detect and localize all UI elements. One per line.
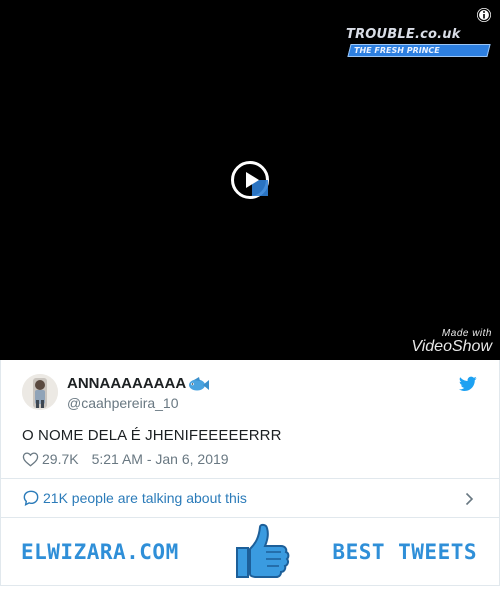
conversation-link[interactable]: 21K people are talking about this bbox=[0, 478, 500, 518]
video-overlay-logo: TROUBLE.co.uk THE FRESH PRINCE bbox=[346, 27, 496, 57]
display-name[interactable]: ANNAAAAAAAA bbox=[67, 375, 186, 392]
like-count[interactable]: 29.7K bbox=[42, 451, 79, 467]
overlay-subtitle: THE FRESH PRINCE bbox=[354, 46, 440, 55]
tweet-text: O NOME DELA É JHENIFEEEEERRR bbox=[22, 427, 282, 444]
overlay-subtitle-bar: THE FRESH PRINCE bbox=[347, 44, 491, 57]
avatar[interactable] bbox=[22, 374, 58, 410]
conversation-label[interactable]: 21K people are talking about this bbox=[43, 490, 247, 506]
promo-banner: ELWIZARA.COM BEST TWEETS bbox=[0, 518, 500, 586]
chevron-right-icon[interactable] bbox=[465, 492, 474, 506]
speech-bubble-icon bbox=[23, 490, 39, 506]
overlay-title: TROUBLE.co.uk bbox=[346, 27, 461, 42]
video-player[interactable]: TROUBLE.co.uk THE FRESH PRINCE Made with… bbox=[0, 0, 500, 360]
fish-emoji-icon bbox=[189, 377, 209, 391]
tweet-meta: 29.7K 5:21 AM - Jan 6, 2019 bbox=[22, 451, 229, 467]
tweet-timestamp[interactable]: 5:21 AM - Jan 6, 2019 bbox=[92, 451, 229, 467]
tweet-card: ANNAAAAAAAA @caahpereira_10 O NOME DELA … bbox=[0, 360, 500, 478]
play-icon[interactable] bbox=[230, 160, 270, 200]
site-brand[interactable]: ELWIZARA.COM bbox=[21, 540, 179, 564]
video-watermark: Made with VideoShow bbox=[411, 328, 492, 355]
best-tweets-label: BEST TWEETS bbox=[332, 540, 477, 564]
watermark-brand: VideoShow bbox=[411, 338, 492, 355]
twitter-bird-icon[interactable] bbox=[459, 376, 477, 392]
heart-icon[interactable] bbox=[22, 451, 39, 467]
thumbs-up-icon bbox=[236, 523, 290, 578]
user-handle[interactable]: @caahpereira_10 bbox=[67, 395, 179, 411]
info-icon[interactable] bbox=[476, 7, 492, 23]
